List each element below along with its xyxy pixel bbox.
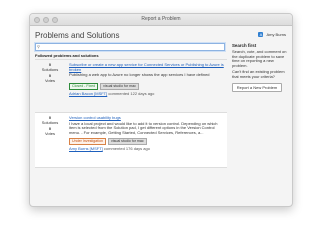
tag-row: Under Investigation visual studio for ma… [69,138,225,145]
search-input[interactable] [42,44,217,50]
author-link[interactable]: Amy Burns [MSFT] [69,146,103,151]
solutions-stat: 0 Solutions [35,62,65,72]
report-problem-window: Report a Problem Problems and Solutions … [29,13,293,207]
list-item[interactable]: 0 Solutions 0 Votes Subscribe or create … [35,60,227,113]
problem-description: I have a local project and would like to… [69,120,218,135]
window-title: Report a Problem [141,16,181,22]
votes-stat: 0 Votes [35,126,65,136]
item-meta: Adrian Bacon [MSFT] commented 122 days a… [69,91,225,96]
product-tag[interactable]: visual studio for mac [100,82,139,90]
sidebar-question: Can't find an existing problem that meet… [232,69,285,79]
votes-stat: 0 Votes [35,73,65,83]
activity-text: commented 122 days ago [108,90,155,96]
activity-text: commented 176 days ago [103,146,150,151]
problem-description: Publishing a web app to Azure no longer … [69,72,210,77]
title-bar: Report a Problem [30,14,292,26]
search-box[interactable]: ⚲ [35,43,225,51]
tag-row: Closed - Fixed visual studio for mac [69,82,225,90]
search-icon: ⚲ [37,44,40,49]
author-link[interactable]: Adrian Bacon [MSFT] [69,91,107,96]
problems-panel: ⚲ Followed problems and solutions 0 Solu… [35,43,227,200]
item-content: Version control usability bugs I have a … [69,115,225,151]
user-name: Amy Burns [266,32,286,37]
header: Problems and Solutions A Amy Burns [30,26,292,42]
problem-title-link[interactable]: Version control usability bugs [69,115,225,121]
product-tag[interactable]: visual studio for mac [107,138,147,145]
avatar: A [258,32,264,37]
status-badge[interactable]: Under Investigation [69,138,106,145]
problem-list: 0 Solutions 0 Votes Subscribe or create … [35,59,227,168]
solutions-stat: 0 Solutions [35,115,65,125]
list-heading: Followed problems and solutions [35,53,99,58]
report-new-problem-button[interactable]: Report a New Problem [232,82,282,92]
solutions-label: Solutions [41,119,59,125]
item-content: Subscribe or create a new app service fo… [69,62,225,96]
item-meta: Amy Burns [MSFT] commented 176 days ago [69,146,225,151]
problem-title-link[interactable]: Subscribe or create a new app service fo… [69,62,225,72]
page-title: Problems and Solutions [35,31,120,40]
votes-label: Votes [44,130,55,136]
sidebar-instructions: Search, vote, and comment on the duplica… [232,49,287,68]
status-badge[interactable]: Closed - Fixed [69,82,99,90]
search-first-sidebar: Search first Search, vote, and comment o… [232,43,288,92]
user-account[interactable]: A Amy Burns [258,32,286,37]
sidebar-heading: Search first [232,43,257,48]
votes-label: Votes [44,77,55,83]
solutions-label: Solutions [41,66,59,72]
list-item[interactable]: 0 Solutions 0 Votes Version control usab… [35,113,227,168]
